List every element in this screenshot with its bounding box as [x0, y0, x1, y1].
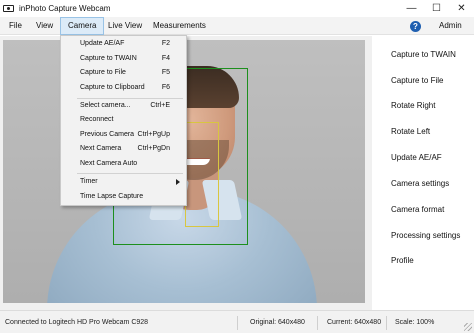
- menu-item-timer[interactable]: Timer: [61, 176, 186, 190]
- maximize-button[interactable]: ☐: [424, 0, 449, 17]
- webcam-icon: [3, 5, 14, 12]
- menu-item-next-camera-auto[interactable]: Next Camera Auto: [61, 158, 186, 172]
- window-controls: — ☐ ✕: [399, 0, 474, 17]
- capture-to-twain-button[interactable]: Capture to TWAIN: [391, 50, 456, 59]
- original-size: Original: 640x480: [250, 319, 305, 326]
- connection-status: Connected to Logitech HD Pro Webcam C928: [5, 319, 149, 326]
- focus-region-box: [185, 122, 219, 227]
- menu-item-time-lapse-capture[interactable]: Time Lapse Capture: [61, 191, 186, 205]
- menu-item-capture-to-twain[interactable]: Capture to TWAIN F4: [61, 53, 186, 67]
- window-title: inPhoto Capture Webcam: [19, 4, 111, 13]
- help-icon[interactable]: ?: [410, 21, 421, 32]
- update-ae-af-button[interactable]: Update AE/AF: [391, 153, 442, 162]
- menu-item-capture-to-file[interactable]: Capture to File F5: [61, 67, 186, 81]
- action-panel: Capture to TWAIN Capture to File Rotate …: [372, 36, 474, 310]
- rotate-left-button[interactable]: Rotate Left: [391, 127, 430, 136]
- menu-live-view[interactable]: Live View: [101, 17, 149, 35]
- current-size: Current: 640x480: [327, 319, 382, 326]
- menu-bar: File View Camera Live View Measurements …: [0, 17, 474, 35]
- menu-separator: [77, 173, 183, 174]
- title-bar: inPhoto Capture Webcam — ☐ ✕: [0, 0, 474, 17]
- menu-separator: [77, 98, 183, 99]
- admin-button[interactable]: Admin: [432, 17, 469, 35]
- profile-button[interactable]: Profile: [391, 256, 414, 265]
- menu-item-select-camera[interactable]: Select camera... Ctrl+E: [61, 100, 186, 114]
- rotate-right-button[interactable]: Rotate Right: [391, 101, 435, 110]
- capture-to-file-button[interactable]: Capture to File: [391, 76, 443, 85]
- status-divider: [386, 316, 387, 330]
- menu-item-update-ae-af[interactable]: Update AE/AF F2: [61, 38, 186, 52]
- camera-menu-dropdown: Update AE/AF F2 Capture to TWAIN F4 Capt…: [60, 35, 187, 206]
- menu-item-reconnect[interactable]: Reconnect: [61, 114, 186, 128]
- status-divider: [237, 316, 238, 330]
- menu-file[interactable]: File: [2, 17, 29, 35]
- menu-view[interactable]: View: [29, 17, 60, 35]
- status-bar: Connected to Logitech HD Pro Webcam C928…: [0, 310, 474, 333]
- scale-value: Scale: 100%: [395, 319, 435, 326]
- close-button[interactable]: ✕: [449, 0, 474, 17]
- processing-settings-button[interactable]: Processing settings: [391, 231, 460, 240]
- menu-item-capture-to-clipboard[interactable]: Capture to Clipboard F6: [61, 82, 186, 96]
- minimize-button[interactable]: —: [399, 0, 424, 17]
- camera-settings-button[interactable]: Camera settings: [391, 179, 449, 188]
- menu-camera[interactable]: Camera: [60, 17, 105, 35]
- submenu-arrow-icon: [176, 179, 180, 185]
- resize-grip-icon[interactable]: [464, 323, 472, 331]
- menu-item-previous-camera[interactable]: Previous Camera Ctrl+PgUp: [61, 129, 186, 143]
- menu-measurements[interactable]: Measurements: [146, 17, 213, 35]
- menu-item-next-camera[interactable]: Next Camera Ctrl+PgDn: [61, 143, 186, 157]
- camera-format-button[interactable]: Camera format: [391, 205, 444, 214]
- status-divider: [317, 316, 318, 330]
